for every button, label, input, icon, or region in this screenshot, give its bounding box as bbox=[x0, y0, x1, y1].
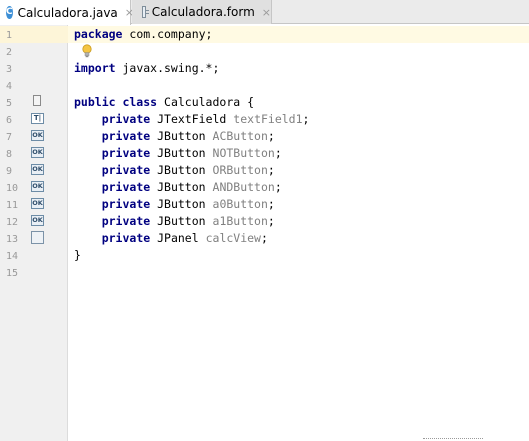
line-number: 6 bbox=[6, 115, 13, 126]
field-type: JButton bbox=[157, 197, 206, 211]
field-name: calcView bbox=[205, 231, 261, 245]
dotted-divider bbox=[423, 438, 483, 439]
keyword: private bbox=[101, 231, 151, 245]
keyword: private bbox=[101, 163, 151, 177]
field-type: JPanel bbox=[157, 231, 199, 245]
field-type: JButton bbox=[157, 214, 206, 228]
field-type: JButton bbox=[157, 129, 206, 143]
line-number: 3 bbox=[6, 64, 13, 75]
button-icon[interactable]: OK bbox=[31, 181, 44, 192]
java-class-icon: C bbox=[6, 6, 13, 19]
semicolon: ; bbox=[267, 197, 275, 211]
field-type: JButton bbox=[157, 163, 206, 177]
code-line-field[interactable]: private JButton a1Button; bbox=[74, 213, 275, 230]
semicolon: ; bbox=[302, 112, 310, 126]
code-text: } bbox=[74, 248, 81, 262]
button-icon[interactable]: OK bbox=[31, 147, 44, 158]
line-number: 8 bbox=[6, 149, 13, 160]
line-number: 15 bbox=[6, 268, 19, 279]
keyword: private bbox=[101, 112, 151, 126]
semicolon: ; bbox=[267, 163, 275, 177]
textfield-icon[interactable]: T| bbox=[31, 113, 44, 124]
panel-icon[interactable] bbox=[31, 231, 44, 244]
keyword: private bbox=[101, 197, 151, 211]
field-name: ANDButton bbox=[212, 180, 275, 194]
button-icon[interactable]: OK bbox=[31, 215, 44, 226]
keyword: import bbox=[74, 61, 116, 75]
keyword: package bbox=[74, 27, 123, 41]
field-type: JTextField bbox=[157, 112, 227, 126]
editor-tab-bar: C Calculadora.java × Calculadora.form × bbox=[0, 0, 529, 25]
form-file-icon bbox=[142, 6, 149, 18]
field-name: ORButton bbox=[212, 163, 268, 177]
tab-calculadora-form[interactable]: Calculadora.form × bbox=[132, 0, 272, 24]
field-name: a1Button bbox=[212, 214, 268, 228]
keyword: private bbox=[101, 146, 151, 160]
line-number: 12 bbox=[6, 217, 19, 228]
field-name: a0Button bbox=[212, 197, 268, 211]
tab-label: Calculadora.java bbox=[17, 5, 118, 20]
code-line-field[interactable]: private JButton NOTButton; bbox=[74, 145, 282, 162]
field-type: JButton bbox=[157, 180, 206, 194]
code-text: com.company; bbox=[122, 27, 213, 41]
lightbulb-icon[interactable] bbox=[82, 44, 92, 58]
keyword: private bbox=[101, 129, 151, 143]
tab-calculadora-java[interactable]: C Calculadora.java × bbox=[0, 0, 134, 25]
field-name: ACButton bbox=[212, 129, 268, 143]
semicolon: ; bbox=[274, 146, 282, 160]
code-line-field[interactable]: private JButton ACButton; bbox=[74, 128, 275, 145]
line-number: 14 bbox=[6, 251, 19, 262]
line-number: 4 bbox=[6, 81, 13, 92]
form-bound-class-icon[interactable] bbox=[33, 95, 41, 106]
semicolon: ; bbox=[267, 214, 275, 228]
button-icon[interactable]: OK bbox=[31, 198, 44, 209]
line-number: 5 bbox=[6, 98, 13, 109]
close-icon[interactable]: × bbox=[262, 6, 271, 19]
line-number: 2 bbox=[6, 47, 13, 58]
line-number: 11 bbox=[6, 200, 19, 211]
code-text: Calculadora { bbox=[157, 95, 255, 109]
code-line-field[interactable]: private JPanel calcView; bbox=[74, 230, 268, 247]
keyword: private bbox=[101, 180, 151, 194]
semicolon: ; bbox=[274, 180, 282, 194]
code-line-class-declaration[interactable]: public class Calculadora { bbox=[74, 94, 254, 111]
button-icon[interactable]: OK bbox=[31, 130, 44, 141]
button-icon[interactable]: OK bbox=[31, 164, 44, 175]
code-line-closing-brace[interactable]: } bbox=[74, 247, 81, 264]
keyword: private bbox=[101, 214, 151, 228]
field-type: JButton bbox=[157, 146, 206, 160]
code-line-import[interactable]: import javax.swing.*; bbox=[74, 60, 219, 77]
line-number: 9 bbox=[6, 166, 13, 177]
code-line-field[interactable]: private JButton ANDButton; bbox=[74, 179, 282, 196]
semicolon: ; bbox=[267, 129, 275, 143]
line-number: 1 bbox=[6, 30, 13, 41]
semicolon: ; bbox=[260, 231, 268, 245]
field-name: NOTButton bbox=[212, 146, 275, 160]
field-name: textField1 bbox=[233, 112, 303, 126]
line-number: 7 bbox=[6, 132, 13, 143]
code-line-package[interactable]: package com.company; bbox=[74, 26, 212, 43]
code-line-field[interactable]: private JTextField textField1; bbox=[74, 111, 310, 128]
keyword: public class bbox=[74, 95, 158, 109]
line-number: 10 bbox=[6, 183, 19, 194]
code-line-field[interactable]: private JButton a0Button; bbox=[74, 196, 275, 213]
line-number: 13 bbox=[6, 234, 19, 245]
code-line-field[interactable]: private JButton ORButton; bbox=[74, 162, 275, 179]
tab-label: Calculadora.form bbox=[151, 5, 255, 19]
code-text: javax.swing.*; bbox=[115, 61, 220, 75]
